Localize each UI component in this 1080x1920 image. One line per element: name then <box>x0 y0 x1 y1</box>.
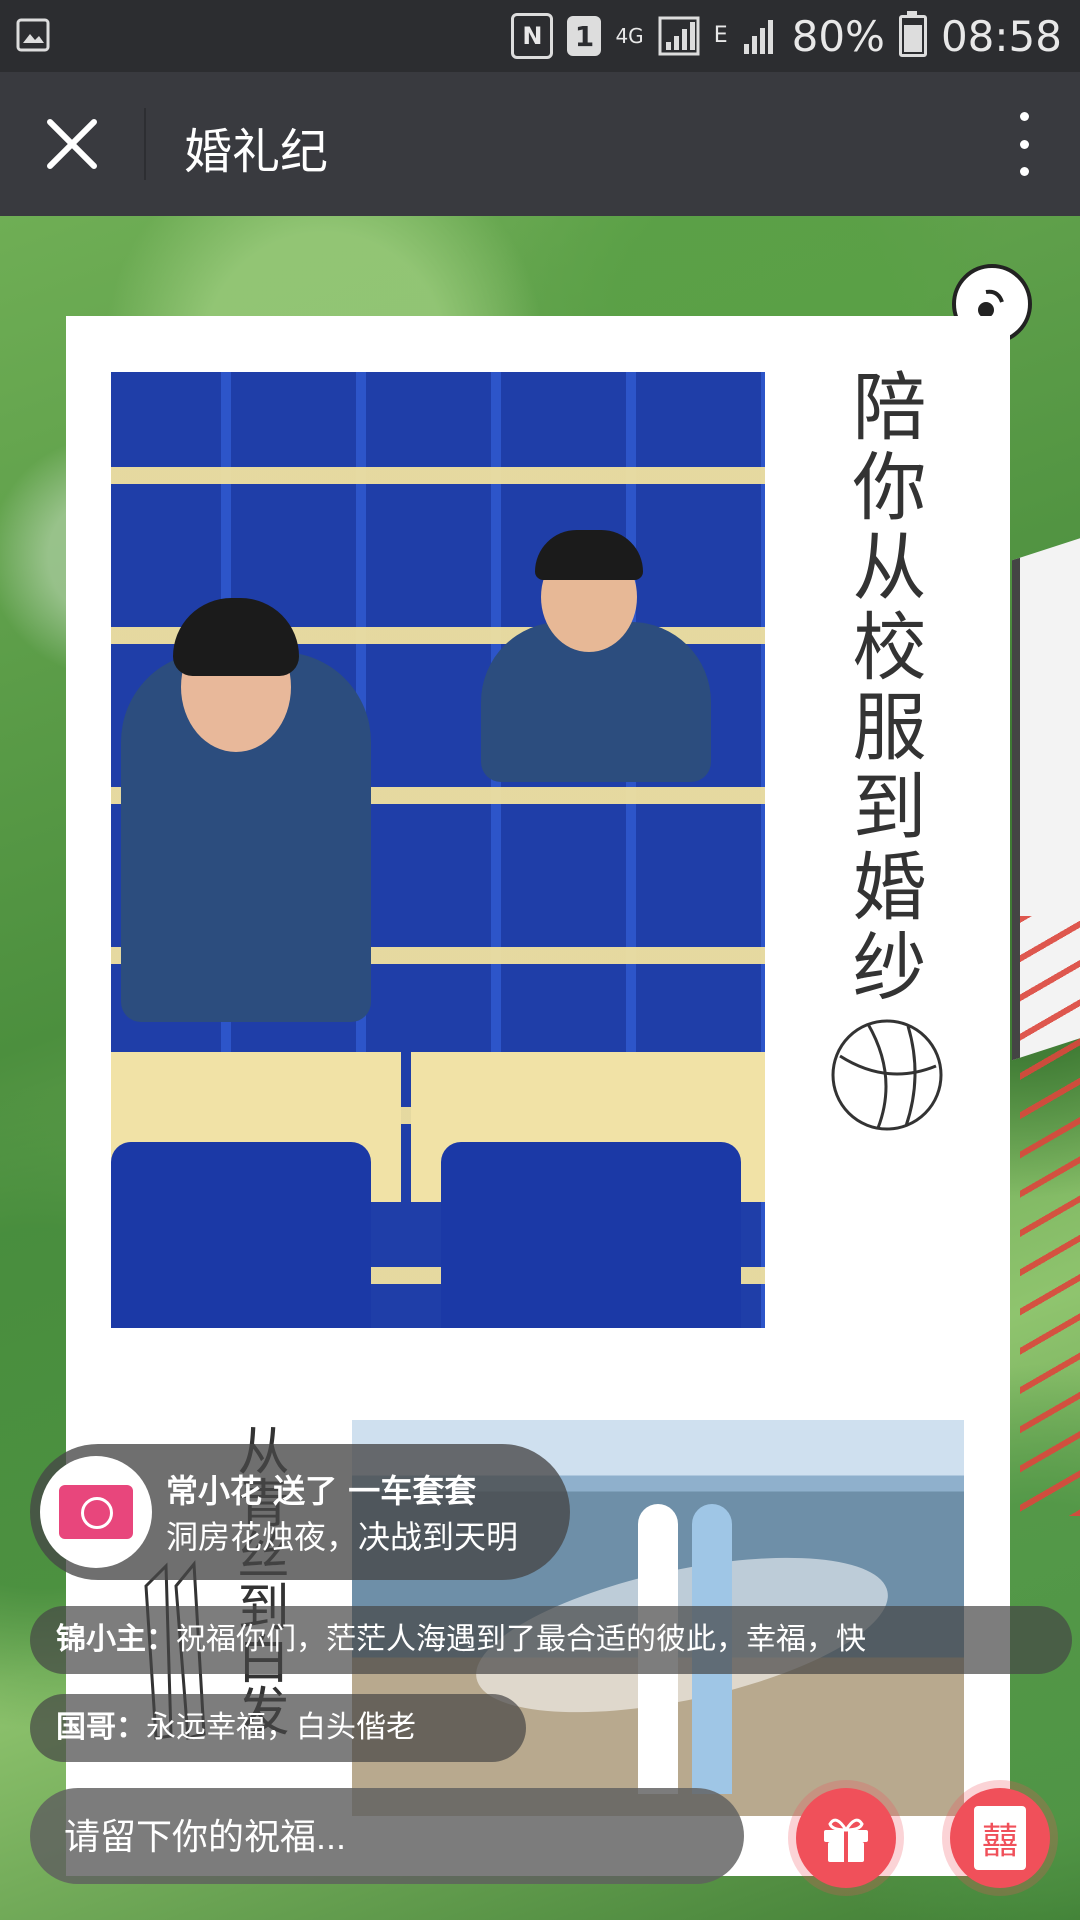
xi-envelope-button[interactable]: 囍 <box>950 1788 1050 1888</box>
basketball-icon <box>831 1019 943 1131</box>
clock: 08:58 <box>940 11 1062 61</box>
battery-icon <box>898 11 927 57</box>
more-vertical-icon[interactable] <box>1004 112 1044 176</box>
gift-title: 常小花 送了 一车套套 <box>166 1472 477 1510</box>
title-bar: 婚礼纪 <box>0 72 1080 216</box>
image-icon <box>16 18 50 52</box>
message-author: 锦小主： <box>56 1622 176 1657</box>
vertical-caption-1: 陪你从校服到婚纱 <box>840 368 926 1008</box>
blessing-message: 锦小主：祝福你们，茫茫人海遇到了最合适的彼此，幸福，快 <box>30 1606 1072 1674</box>
blessing-input[interactable] <box>62 1788 706 1886</box>
signal-icon-2 <box>743 20 773 54</box>
bride-hair <box>173 598 299 676</box>
battery-percent: 80% <box>791 11 885 61</box>
close-icon[interactable] <box>44 116 100 172</box>
message-author: 国哥： <box>56 1710 146 1745</box>
send-gift-button[interactable] <box>796 1788 896 1888</box>
network-e-icon: E <box>713 23 728 48</box>
groom-hair <box>535 530 643 580</box>
seat <box>111 1142 371 1328</box>
status-bar: N 1 4G E 80% 08:58 <box>0 0 1080 72</box>
blessing-message: 国哥：永远幸福，白头偕老 <box>30 1694 526 1762</box>
title-divider <box>144 108 146 180</box>
classroom-photo[interactable] <box>111 372 765 1328</box>
sim-icon: 1 <box>567 16 602 56</box>
message-text: 祝福你们，茫茫人海遇到了最合适的彼此，幸福，快 <box>176 1622 866 1657</box>
gift-package-icon <box>40 1456 152 1568</box>
seat <box>441 1142 741 1328</box>
page-title: 婚礼纪 <box>184 124 329 180</box>
network-4g-icon: 4G <box>615 24 644 48</box>
message-text: 永远幸福，白头偕老 <box>146 1710 416 1745</box>
basketball-net <box>1020 916 1080 1516</box>
nfc-icon: N <box>511 13 554 59</box>
gift-notification: 常小花 送了 一车套套 洞房花烛夜，决战到天明 <box>30 1444 570 1580</box>
gift-message: 洞房花烛夜，决战到天明 <box>166 1518 519 1556</box>
double-happiness-icon: 囍 <box>974 1806 1026 1870</box>
blessing-input-bar[interactable] <box>30 1788 744 1886</box>
signal-icon <box>658 16 700 56</box>
gift-icon <box>824 1818 868 1862</box>
